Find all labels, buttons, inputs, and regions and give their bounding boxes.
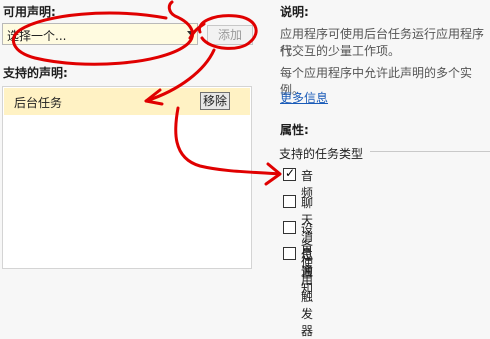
- audio-checkbox[interactable]: ✓: [283, 166, 296, 181]
- list-item[interactable]: 后台任务 移除: [4, 88, 250, 115]
- remove-button[interactable]: 移除: [200, 92, 230, 110]
- description-label: 说明:: [280, 5, 309, 19]
- available-declarations-select[interactable]: 选择一个...: [2, 23, 198, 45]
- check-icon: ✓: [285, 166, 296, 180]
- annotation-arrowhead-checkbox: [264, 162, 282, 186]
- add-button[interactable]: 添加: [207, 25, 253, 45]
- group-divider: [370, 151, 490, 152]
- task-types-group-title: 支持的任务类型: [279, 147, 364, 161]
- select-value: 选择一个...: [7, 29, 67, 43]
- location-checkbox[interactable]: [283, 247, 296, 260]
- declaration-name: 后台任务: [14, 96, 63, 110]
- task-type-label: 位置: [301, 248, 314, 279]
- description-text-line2: 行交互的少量工作项。: [280, 44, 401, 58]
- properties-label: 属性:: [280, 123, 309, 137]
- more-info-link[interactable]: 更多信息: [280, 89, 328, 106]
- device-trigger-checkbox[interactable]: [283, 221, 296, 234]
- supported-declarations-label: 支持的声明:: [3, 66, 68, 80]
- supported-declarations-list: 后台任务 移除: [2, 86, 252, 269]
- chat-notification-checkbox[interactable]: [283, 195, 296, 208]
- chevron-down-icon[interactable]: [187, 31, 195, 36]
- available-declarations-label: 可用声明:: [3, 5, 56, 19]
